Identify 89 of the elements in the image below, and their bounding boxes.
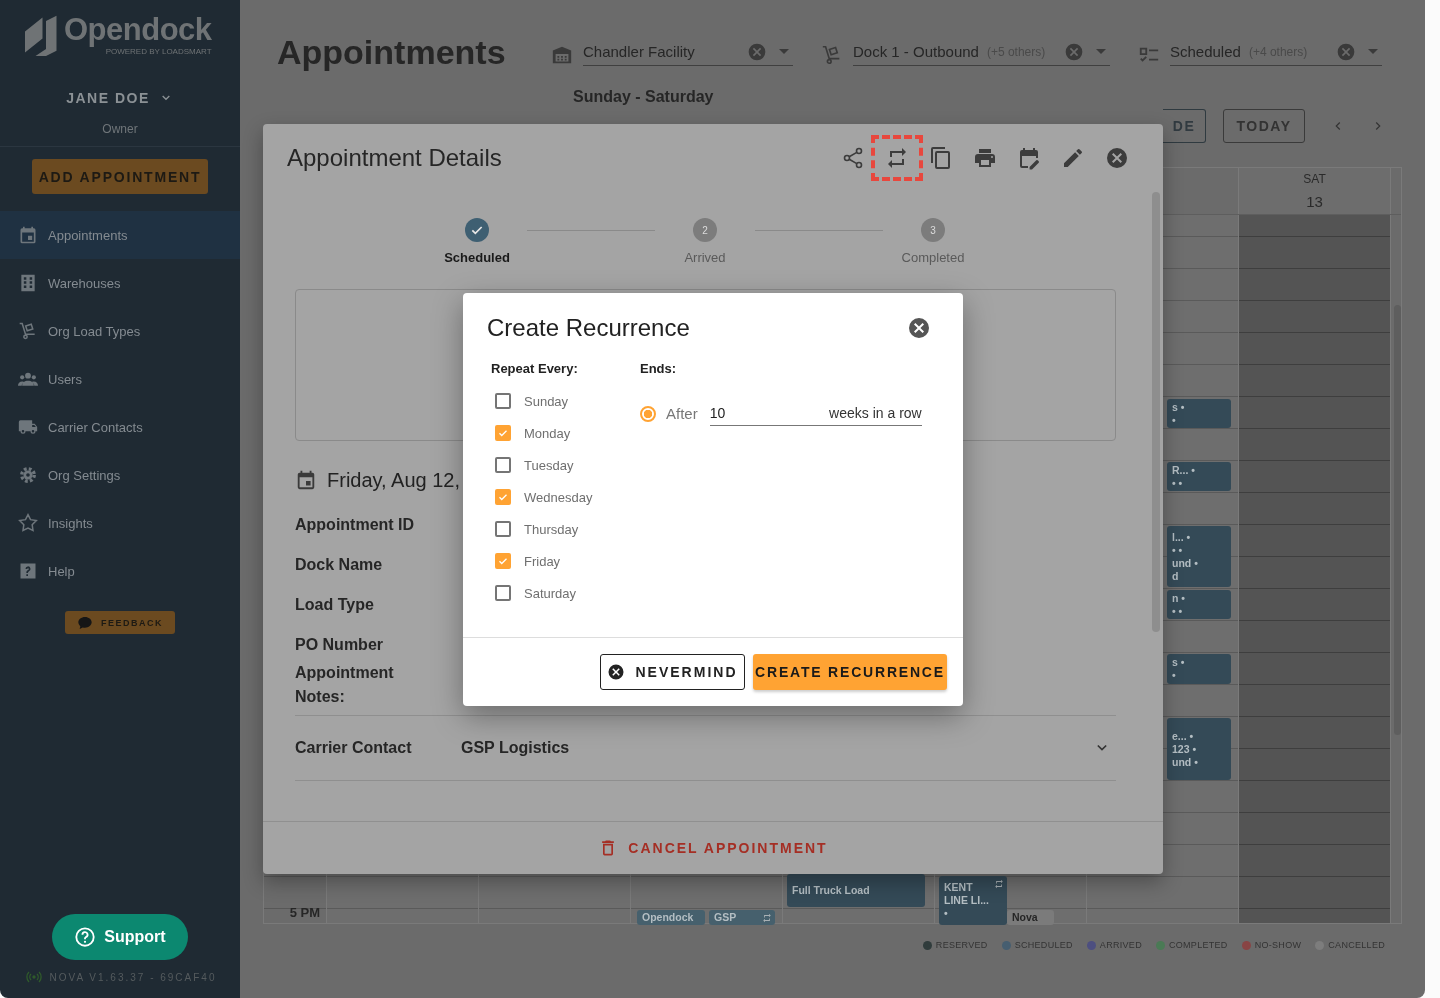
repeat-button[interactable] <box>871 135 923 181</box>
day-checkbox[interactable]: Wednesday <box>491 481 640 513</box>
today-button[interactable]: TODAY <box>1223 109 1305 143</box>
date-range-label: Sunday - Saturday <box>573 88 715 107</box>
appointment-event[interactable]: R... • • • <box>1167 462 1231 491</box>
nav-item[interactable]: Help <box>0 547 240 595</box>
logo-tagline: POWERED BY LOADSMART <box>105 47 212 57</box>
signal-icon <box>23 969 44 985</box>
appointment-event[interactable]: Opendock <box>637 910 705 925</box>
appointment-event[interactable]: KENT LINE LI... • <box>939 876 1007 925</box>
clear-icon <box>1064 41 1084 62</box>
hand-truck-icon <box>18 321 38 341</box>
nav-item[interactable]: Appointments <box>0 211 240 259</box>
nevermind-button[interactable]: NEVERMIND <box>600 654 745 690</box>
close-icon[interactable] <box>907 316 931 340</box>
field-label: Dock Name <box>295 555 383 575</box>
help-icon <box>74 926 97 948</box>
nav-item[interactable]: Insights <box>0 499 240 547</box>
dialog-title: Appointment Details <box>287 144 502 172</box>
day-checkbox[interactable]: Friday <box>491 545 640 577</box>
nav-item[interactable]: Org Settings <box>0 451 240 499</box>
section-label: Repeat Every: <box>491 361 579 378</box>
appointment-event[interactable]: e... • 123 • und • <box>1167 718 1231 780</box>
step-label: Arrived <box>684 250 726 265</box>
field-label: Appointment Notes: <box>295 663 395 707</box>
day-checkbox[interactable]: Tuesday <box>491 449 640 481</box>
step-label: Scheduled <box>444 250 510 265</box>
day-checkbox[interactable]: Saturday <box>491 577 640 609</box>
support-button[interactable]: Support <box>52 914 188 960</box>
field-label: Load Type <box>295 595 374 615</box>
truck-icon <box>18 417 38 437</box>
caret-icon <box>1368 49 1378 54</box>
settings-icon <box>18 465 38 485</box>
field-suffix: weeks in a row <box>829 405 922 421</box>
help-icon <box>18 561 38 581</box>
print-icon <box>973 146 997 170</box>
nav-item[interactable]: Carrier Contacts <box>0 403 240 451</box>
after-radio[interactable]: After <box>640 405 698 422</box>
calendar-edit-icon <box>1017 146 1041 170</box>
copy-icon <box>929 146 953 170</box>
calendar-icon <box>295 469 317 491</box>
caret-icon <box>779 49 789 54</box>
appointment-event[interactable]: s • • <box>1167 654 1231 684</box>
user-menu[interactable]: JANE DOE <box>66 88 174 108</box>
nav-item[interactable]: Org Load Types <box>0 307 240 355</box>
share-icon <box>841 146 865 170</box>
appointment-event[interactable]: Full Truck Load <box>787 874 925 907</box>
create-recurrence-button[interactable]: CREATE RECURRENCE <box>753 654 947 690</box>
occurrences-input[interactable]: 10 <box>709 405 750 421</box>
day-checkbox[interactable]: Monday <box>491 417 640 449</box>
field-value: GSP Logistics <box>461 739 570 757</box>
nav-item[interactable]: Warehouses <box>0 259 240 307</box>
day-checkbox[interactable]: Thursday <box>491 513 640 545</box>
nav-item[interactable]: Users <box>0 355 240 403</box>
pencil-icon <box>1061 146 1085 170</box>
caret-icon <box>1096 49 1106 54</box>
day-name: SAT <box>1303 172 1326 186</box>
carrier-contact-row[interactable]: Carrier Contact GSP Logistics <box>295 715 1116 781</box>
chat-bubble-icon <box>77 614 93 631</box>
appointment-event[interactable]: l... • • • und • d <box>1167 526 1231 587</box>
day-checkbox[interactable]: Sunday <box>491 385 640 417</box>
appointment-event[interactable]: GSP <box>709 910 775 925</box>
clear-icon <box>747 41 767 62</box>
close-icon <box>607 663 626 681</box>
time-label: 5 PM <box>289 905 320 920</box>
field-label: Appointment ID <box>295 515 415 535</box>
close-icon <box>1105 146 1129 170</box>
page-title: Appointments <box>277 32 507 72</box>
filter-select[interactable]: Chandler Facility <box>583 38 793 66</box>
day-date: 13 <box>1306 193 1323 210</box>
scrollbar-thumb[interactable] <box>1394 305 1401 735</box>
dialog-title: Create Recurrence <box>487 314 690 342</box>
step-indicator: 2 <box>693 218 717 242</box>
section-label: Ends: <box>640 361 678 378</box>
calendar-icon <box>18 225 38 245</box>
logo-wordmark: Opendock <box>64 13 212 47</box>
step-label: Completed <box>901 250 965 265</box>
appointment-event[interactable]: n • • • <box>1167 590 1231 619</box>
field-label: PO Number <box>295 635 383 655</box>
appointment-date: Friday, Aug 12, <box>327 468 461 492</box>
appointment-event[interactable]: Nova <box>1007 910 1054 925</box>
star-outline-icon <box>18 513 38 533</box>
field-label: Carrier Contact <box>295 739 413 757</box>
user-role: Owner <box>102 122 138 136</box>
clear-icon <box>1336 41 1356 62</box>
appointment-event[interactable]: s • • <box>1167 399 1231 428</box>
cancel-appointment-button[interactable]: CANCEL APPOINTMENT <box>598 838 828 858</box>
step-indicator: 3 <box>921 218 945 242</box>
building-icon <box>18 273 38 293</box>
